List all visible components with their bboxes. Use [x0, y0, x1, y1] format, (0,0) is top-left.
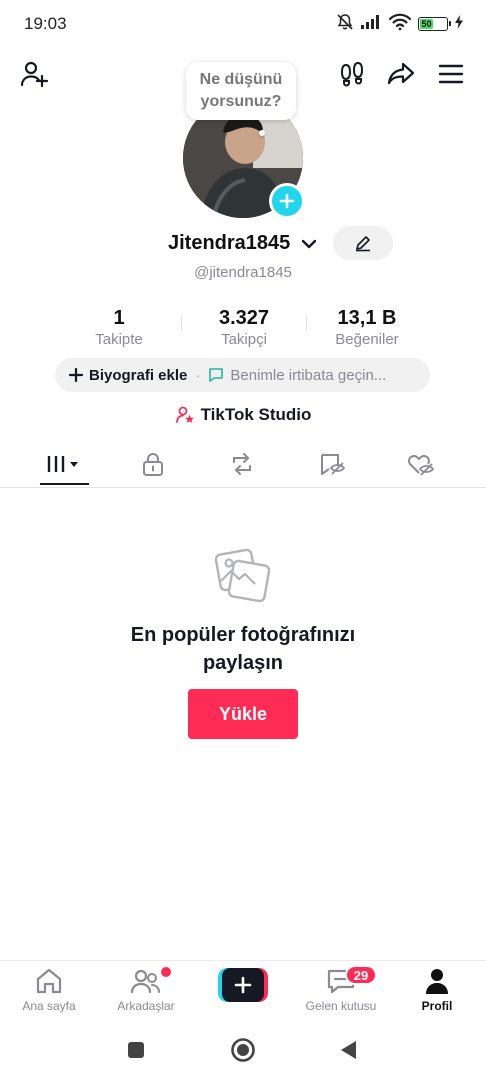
thought-bubble-line2: yorsunuz? [200, 93, 282, 110]
plus-icon [69, 368, 83, 382]
back-triangle-icon [341, 1041, 356, 1059]
share-profile-button[interactable] [383, 56, 419, 92]
signal-icon [360, 14, 382, 35]
tab-videos[interactable] [35, 440, 95, 487]
profile-icon [426, 969, 448, 994]
stat-followers-value: 3.327 [218, 307, 270, 329]
chat-bubble-icon [209, 368, 224, 382]
stat-following-label: Takipte [95, 331, 143, 348]
battery-level: 50 [420, 18, 433, 29]
stat-divider [181, 314, 182, 330]
empty-title-line1: En popüler fotoğrafınızı [130, 624, 356, 646]
stat-followers-label: Takipçi [221, 331, 267, 348]
stat-following-value: 1 [113, 307, 125, 329]
nav-home[interactable]: Ana sayfa [1, 967, 97, 1013]
nav-friends-label: Arkadaşlar [117, 999, 175, 1013]
creator-star-icon [175, 406, 194, 423]
create-button[interactable] [218, 968, 268, 1002]
tab-reposts[interactable] [212, 440, 272, 487]
inbox-badge: 29 [345, 965, 377, 985]
menu-button[interactable] [433, 56, 469, 92]
mute-bell-icon [336, 13, 354, 36]
stat-likes-value: 13,1 B [337, 307, 397, 329]
stat-likes[interactable]: 13,1 B Beğeniler [307, 306, 427, 350]
nav-profile[interactable]: Profil [389, 967, 485, 1013]
stat-following[interactable]: 1 Takipte [59, 306, 179, 350]
bio-separator: · [195, 366, 201, 384]
chevron-down-icon[interactable] [301, 237, 317, 255]
back-button[interactable] [334, 1038, 362, 1062]
favorites-icon [321, 453, 346, 475]
square-icon [128, 1042, 144, 1058]
thought-bubble-line1: Ne düşünü [199, 71, 283, 88]
stat-followers[interactable]: 3.327 Takipçi [184, 306, 304, 350]
nav-inbox[interactable]: Gelen kutusu 29 [293, 965, 389, 1013]
upload-button[interactable]: Yükle [188, 689, 298, 739]
edit-profile-button[interactable] [333, 226, 393, 260]
profile-stats: 1 Takipte 3.327 Takipçi 13,1 B Beğeniler [0, 306, 486, 350]
status-bar: 19:03 50 [0, 0, 486, 48]
content-tabs [0, 440, 486, 488]
liked-icon [408, 454, 435, 476]
share-icon [387, 62, 415, 85]
stat-likes-label: Beğeniler [335, 331, 399, 348]
repost-icon [233, 452, 251, 475]
username-row: Jitendra1845 [0, 230, 486, 260]
tab-liked[interactable] [391, 440, 451, 487]
thought-bubble[interactable]: Ne düşünü yorsunuz? [186, 62, 296, 120]
user-handle: @jitendra1845 [0, 264, 486, 281]
circle-icon [231, 1038, 255, 1062]
wifi-icon [388, 13, 412, 36]
nav-inbox-label: Gelen kutusu [305, 999, 377, 1013]
home-system-button[interactable] [229, 1038, 257, 1062]
status-icons: 50 [336, 13, 464, 36]
notification-dot [161, 967, 171, 977]
tiktok-studio-link[interactable]: TikTok Studio [0, 403, 486, 427]
add-photo-button[interactable] [269, 183, 305, 219]
nav-friends[interactable]: Arkadaşlar [98, 967, 194, 1013]
active-tab-indicator [40, 483, 89, 485]
nav-profile-label: Profil [421, 999, 453, 1013]
photos-icon [215, 548, 271, 603]
footprints-icon [340, 61, 364, 87]
system-nav-bar [0, 1030, 486, 1070]
contact-label: Benimle irtibata geçin... [230, 366, 387, 384]
videos-grid-icon [47, 455, 78, 472]
tab-private[interactable] [123, 440, 183, 487]
battery-icon: 50 [418, 17, 451, 31]
plus-icon [234, 976, 252, 994]
empty-title-line2: paylaşın [202, 652, 284, 674]
empty-state-title: En popüler fotoğrafınızı paylaşın [0, 621, 486, 677]
home-icon [36, 968, 62, 994]
friends-icon [130, 969, 160, 994]
pencil-icon [356, 236, 370, 252]
add-bio-label: Biyografi ekle [89, 366, 188, 384]
charging-bolt-icon [454, 14, 464, 35]
add-bio-button[interactable]: Biyografi ekle [69, 367, 187, 384]
user-handle-text: @jitendra1845 [194, 264, 292, 281]
add-friend-button[interactable] [16, 56, 52, 92]
recents-button[interactable] [122, 1038, 150, 1062]
bio-pill: Biyografi ekle · Benimle irtibata geçin.… [55, 358, 430, 392]
status-time: 19:03 [24, 14, 67, 33]
tiktok-studio-label: TikTok Studio [200, 405, 312, 424]
tab-favorites[interactable] [302, 440, 362, 487]
add-friend-icon [20, 61, 49, 88]
thought-bubble-tail [259, 130, 265, 136]
display-name[interactable]: Jitendra1845 [168, 232, 290, 255]
contact-button[interactable]: Benimle irtibata geçin... [208, 367, 386, 384]
footprints-button[interactable] [334, 56, 370, 92]
nav-home-label: Ana sayfa [22, 999, 76, 1013]
lock-icon [143, 452, 163, 476]
create-button-face [222, 968, 264, 1002]
menu-icon [438, 64, 464, 84]
plus-icon [279, 193, 295, 209]
empty-state: En popüler fotoğrafınızı paylaşın [0, 545, 486, 677]
